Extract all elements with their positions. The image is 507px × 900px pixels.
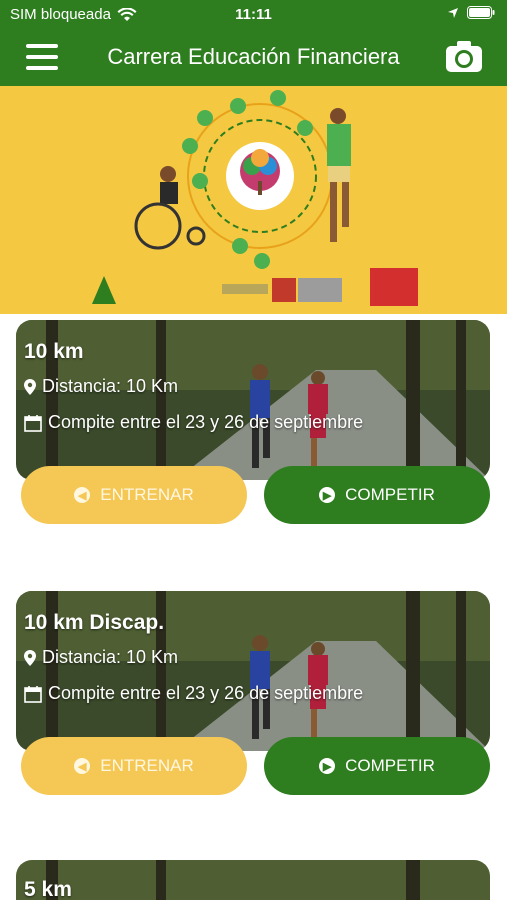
calendar-icon <box>24 685 42 703</box>
race-title: 10 km Discap. <box>24 611 165 634</box>
race-photo <box>16 860 490 900</box>
race-card[interactable]: 5 km <box>16 860 490 900</box>
arrow-right-circle-icon: ▶ <box>319 487 336 503</box>
map-marker-icon <box>24 378 36 395</box>
arrow-left-circle-icon: ◀ <box>74 758 91 774</box>
app-header: Carrera Educación Financiera <box>0 30 507 86</box>
race-title: 10 km <box>24 340 84 363</box>
race-banner <box>0 86 507 314</box>
status-time: 11:11 <box>235 6 272 23</box>
race-dates: Compite entre el 23 y 26 de septiembre <box>24 412 363 433</box>
race-dates-text: Compite entre el 23 y 26 de septiembre <box>48 683 364 703</box>
race-distance-text: Distancia: 10 Km <box>42 376 179 396</box>
race-distance: Distancia: 10 Km <box>24 647 178 668</box>
status-bar: SIM bloqueada 11:11 <box>0 0 507 30</box>
battery-icon <box>467 6 495 19</box>
train-button[interactable]: ◀ ENTRENAR <box>21 466 247 524</box>
location-arrow-icon <box>448 7 458 18</box>
compete-button[interactable]: ▶ COMPETIR <box>264 737 490 795</box>
page-title: Carrera Educación Financiera <box>107 44 400 69</box>
compete-button[interactable]: ▶ COMPETIR <box>264 466 490 524</box>
arrow-left-circle-icon: ◀ <box>74 487 91 503</box>
map-marker-icon <box>24 649 36 666</box>
race-card[interactable]: 10 km Distancia: 10 Km Compite entre el … <box>16 320 490 480</box>
compete-button-label: COMPETIR <box>345 756 435 775</box>
race-dates-text: Compite entre el 23 y 26 de septiembre <box>48 412 364 432</box>
camera-icon[interactable] <box>445 40 483 74</box>
banner-illustration <box>92 90 418 306</box>
calendar-icon <box>24 414 42 432</box>
race-card[interactable]: 10 km Discap. Distancia: 10 Km Compite e… <box>16 591 490 751</box>
race-photo <box>16 320 490 480</box>
train-button[interactable]: ◀ ENTRENAR <box>21 737 247 795</box>
race-distance-text: Distancia: 10 Km <box>42 647 179 667</box>
train-button-label: ENTRENAR <box>100 756 194 775</box>
status-right <box>447 6 495 19</box>
race-dates: Compite entre el 23 y 26 de septiembre <box>24 683 363 704</box>
compete-button-label: COMPETIR <box>345 485 435 504</box>
race-distance: Distancia: 10 Km <box>24 376 178 397</box>
race-title: 5 km <box>24 878 72 900</box>
train-button-label: ENTRENAR <box>100 485 194 504</box>
arrow-right-circle-icon: ▶ <box>319 758 336 774</box>
